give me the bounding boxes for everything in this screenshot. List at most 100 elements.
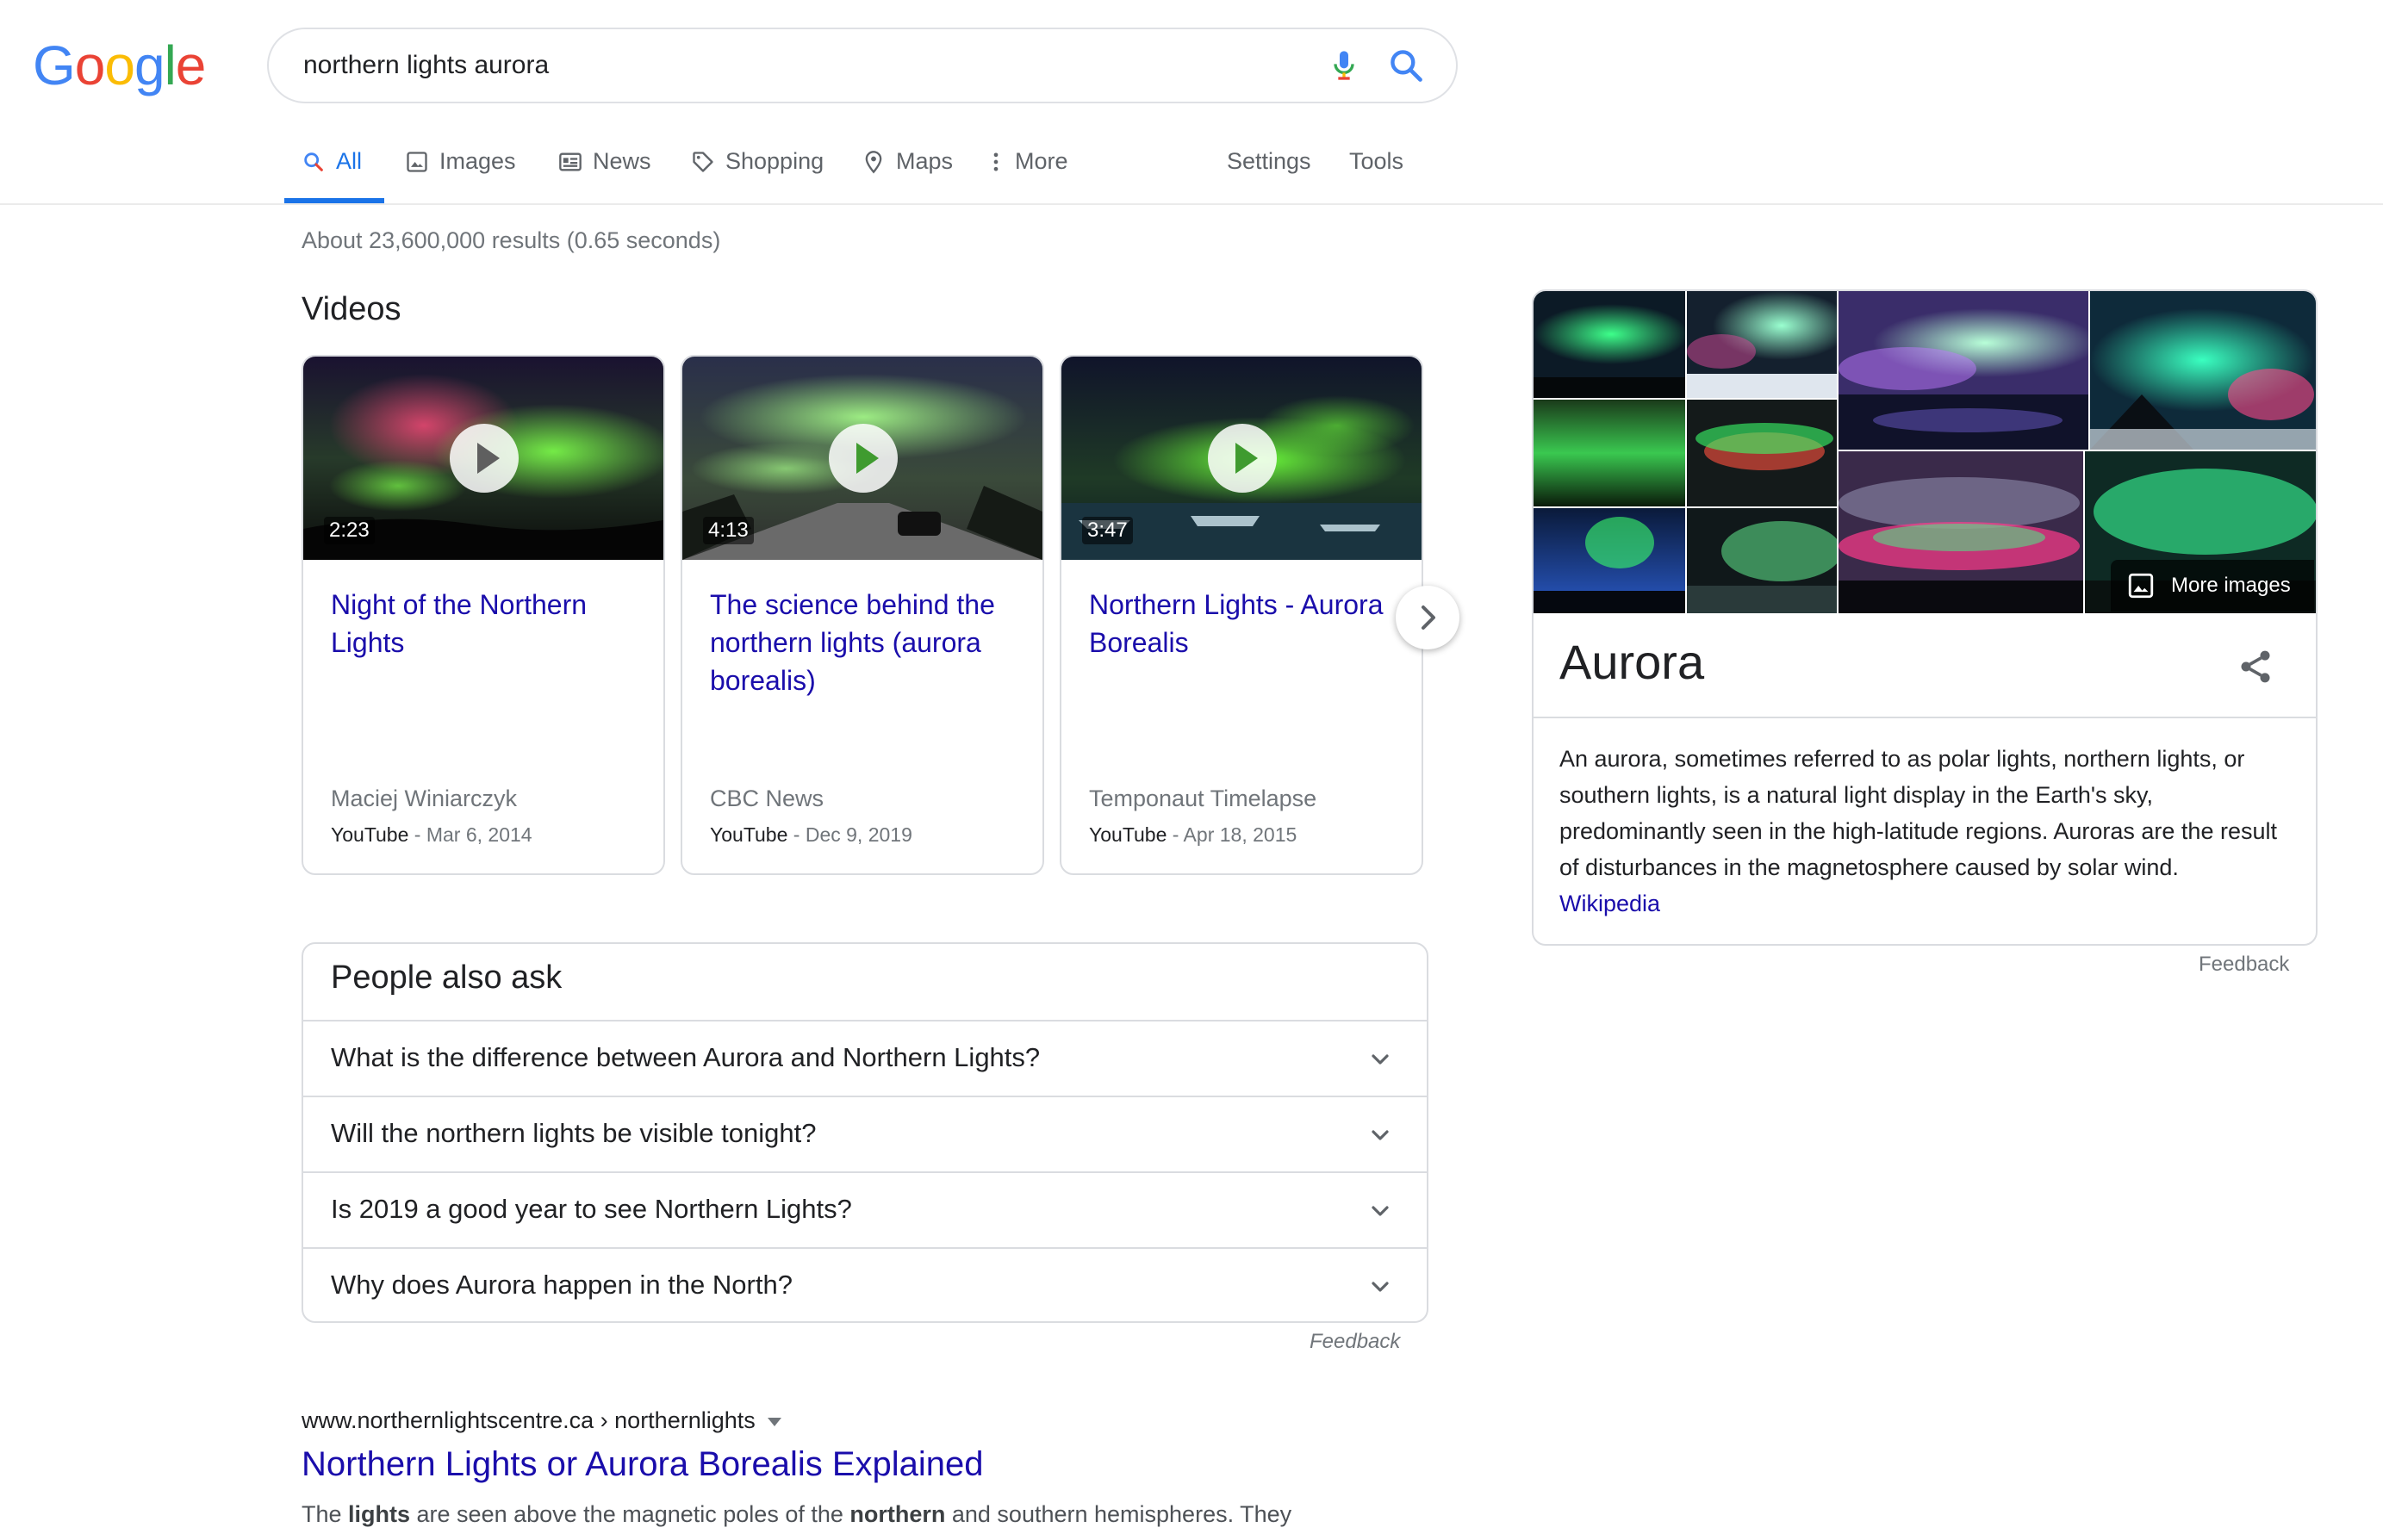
tab-more[interactable]: More <box>987 138 1068 203</box>
logo-letter: G <box>33 34 76 96</box>
tab-images[interactable]: Images <box>405 138 516 203</box>
tab-label: Tools <box>1349 148 1404 174</box>
video-channel: Maciej Winiarczyk <box>331 786 518 811</box>
tab-label: News <box>593 148 651 174</box>
video-thumbnail[interactable]: 3:47 <box>1061 357 1422 560</box>
snippet-text: The <box>302 1501 349 1527</box>
video-thumbnail[interactable]: 4:13 <box>682 357 1042 560</box>
video-channel: Temponaut Timelapse <box>1089 786 1317 811</box>
play-icon[interactable] <box>1208 424 1277 493</box>
video-platform: YouTube <box>710 823 788 846</box>
search-tabs: All Images News Shopping Maps More Setti… <box>284 138 2352 203</box>
microphone-icon[interactable] <box>1327 48 1361 83</box>
video-card[interactable]: 2:23 Night of the Northern Lights Maciej… <box>302 355 665 875</box>
result-stats: About 23,600,000 results (0.65 seconds) <box>302 227 721 253</box>
kp-title: Aurora <box>1559 635 1705 689</box>
video-source: YouTube - Dec 9, 2019 <box>710 823 912 847</box>
wikipedia-link[interactable]: Wikipedia <box>1559 891 1660 916</box>
aurora-image[interactable] <box>1534 400 1685 506</box>
chevron-down-icon <box>1372 1130 1389 1140</box>
result-url-text: www.northernlightscentre.ca › northernli… <box>302 1407 756 1433</box>
tab-label: Images <box>439 148 516 174</box>
tab-label: Shopping <box>725 148 824 174</box>
image-icon <box>407 152 427 172</box>
more-vert-icon <box>993 152 999 171</box>
kp-description-text: An aurora, sometimes referred to as pola… <box>1559 746 2277 880</box>
aurora-image[interactable] <box>1687 291 1837 398</box>
aurora-image[interactable] <box>1534 291 1685 398</box>
image-icon <box>2128 573 2154 599</box>
header-divider <box>0 203 2383 205</box>
aurora-image[interactable] <box>2090 291 2316 450</box>
next-videos-button[interactable] <box>1396 586 1459 649</box>
paa-question[interactable]: Will the northern lights be visible toni… <box>303 1096 1427 1171</box>
tab-label: Settings <box>1227 148 1311 174</box>
chevron-down-icon <box>1372 1206 1389 1216</box>
news-icon <box>559 152 582 171</box>
video-date: - Dec 9, 2019 <box>787 823 912 846</box>
tab-label: More <box>1015 148 1068 174</box>
video-platform: YouTube <box>1089 823 1167 846</box>
aurora-image[interactable] <box>1687 508 1837 613</box>
video-platform: YouTube <box>331 823 409 846</box>
tab-maps[interactable]: Maps <box>862 138 953 203</box>
video-duration: 2:23 <box>324 517 375 544</box>
logo-letter: o <box>104 34 135 96</box>
tag-icon <box>693 152 713 172</box>
kp-divider <box>1534 717 2316 718</box>
knowledge-panel: More images Aurora An aurora, sometimes … <box>1532 289 2318 946</box>
video-source: YouTube - Apr 18, 2015 <box>1089 823 1297 847</box>
result-url[interactable]: www.northernlightscentre.ca › northernli… <box>302 1407 781 1434</box>
tab-settings[interactable]: Settings <box>1227 138 1311 203</box>
kp-description: An aurora, sometimes referred to as pola… <box>1559 741 2292 922</box>
play-icon[interactable] <box>450 424 519 493</box>
tab-all[interactable]: All <box>284 138 384 203</box>
more-images-label: More images <box>2171 574 2291 597</box>
video-title-link[interactable]: Night of the Northern Lights <box>331 586 641 661</box>
tab-shopping[interactable]: Shopping <box>691 138 824 203</box>
paa-feedback-link[interactable]: Feedback <box>1310 1330 1400 1354</box>
search-box <box>267 28 1458 103</box>
search-input[interactable] <box>303 29 1251 102</box>
video-title-link[interactable]: Northern Lights - Aurora Borealis <box>1089 586 1399 661</box>
paa-question[interactable]: Why does Aurora happen in the North? <box>303 1247 1427 1321</box>
tab-news[interactable]: News <box>558 138 651 203</box>
more-images-button[interactable]: More images <box>2111 560 2314 612</box>
video-card[interactable]: 3:47 Northern Lights - Aurora Borealis T… <box>1060 355 1423 875</box>
videos-heading: Videos <box>302 291 401 327</box>
result-snippet: The lights are seen above the magnetic p… <box>302 1497 1422 1531</box>
video-thumbnail[interactable]: 2:23 <box>303 357 663 560</box>
video-source: YouTube - Mar 6, 2014 <box>331 823 532 847</box>
people-also-ask: People also ask What is the difference b… <box>302 942 1428 1323</box>
chevron-down-icon <box>1372 1282 1389 1292</box>
result-title-link[interactable]: Northern Lights or Aurora Borealis Expla… <box>302 1445 984 1484</box>
snippet-highlight: northern <box>849 1501 946 1527</box>
search-icon[interactable] <box>1387 47 1425 84</box>
aurora-image[interactable] <box>1839 451 2083 613</box>
tab-label: All <box>336 148 363 174</box>
paa-heading: People also ask <box>331 959 563 996</box>
kp-feedback-link[interactable]: Feedback <box>2199 953 2289 977</box>
video-channel: CBC News <box>710 786 824 811</box>
aurora-image[interactable] <box>1839 291 2088 450</box>
logo-letter: g <box>134 34 165 96</box>
snippet-text: and southern hemispheres. They <box>945 1501 1292 1527</box>
tab-label: Maps <box>896 148 954 174</box>
aurora-image[interactable] <box>1687 400 1837 506</box>
chevron-down-icon <box>1372 1054 1389 1065</box>
share-icon[interactable] <box>2237 648 2274 686</box>
video-card[interactable]: 4:13 The science behind the northern lig… <box>681 355 1044 875</box>
snippet-text: are seen above the magnetic poles of the <box>410 1501 850 1527</box>
paa-question[interactable]: What is the difference between Aurora an… <box>303 1020 1427 1096</box>
paa-question[interactable]: Is 2019 a good year to see Northern Ligh… <box>303 1171 1427 1247</box>
paa-question-text: Will the northern lights be visible toni… <box>331 1118 817 1148</box>
google-logo[interactable]: Google <box>33 34 206 96</box>
tab-tools[interactable]: Tools <box>1349 138 1403 203</box>
video-title-link[interactable]: The science behind the northern lights (… <box>710 586 1020 699</box>
video-duration: 4:13 <box>703 517 754 544</box>
map-pin-icon <box>865 151 882 174</box>
aurora-image[interactable] <box>1534 508 1685 613</box>
play-icon[interactable] <box>829 424 898 493</box>
logo-letter: o <box>74 34 106 96</box>
dropdown-arrow-icon[interactable] <box>767 1417 781 1426</box>
